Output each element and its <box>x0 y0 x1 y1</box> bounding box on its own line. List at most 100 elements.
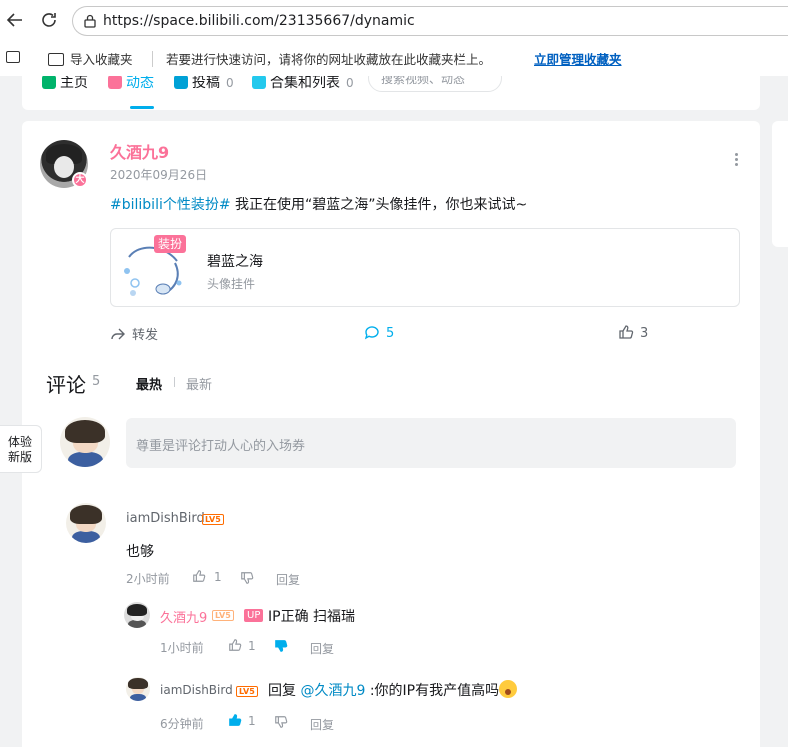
thumbs-up-icon <box>619 325 634 339</box>
publish-date: 2020年09月26日 <box>110 168 208 182</box>
level-badge: LV5 <box>212 610 234 621</box>
current-user-avatar[interactable] <box>60 417 110 467</box>
thumbs-up-icon[interactable] <box>228 638 242 652</box>
thumbs-up-icon[interactable] <box>228 713 242 727</box>
sort-new-tab[interactable]: 最新 <box>186 374 212 393</box>
like-count: 3 <box>640 326 649 341</box>
tab-dynamic-label: 动态 <box>126 76 154 91</box>
dynamic-icon <box>108 76 122 89</box>
try-new-version-label: 体验新版 <box>7 435 32 464</box>
avatar-shirt <box>72 531 100 543</box>
like-button[interactable]: 3 <box>618 324 648 341</box>
forward-button[interactable]: 转发 <box>110 324 158 343</box>
space-search-placeholder: 搜索视频、动态 <box>381 76 466 86</box>
tab-home-label: 主页 <box>60 76 88 91</box>
tab-home[interactable]: 主页 <box>42 76 88 92</box>
comment-text: 也够 <box>126 544 154 560</box>
reply-time: 6分钟前 <box>160 717 204 731</box>
decoration-title: 碧蓝之海 <box>207 254 263 270</box>
post-topic-tag[interactable]: #bilibili个性装扮# <box>110 197 231 213</box>
right-side-panel <box>772 121 788 247</box>
home-icon <box>42 76 56 89</box>
thumbs-down-icon[interactable] <box>240 571 254 585</box>
level-badge: LV5 <box>236 686 258 697</box>
try-new-version-tab[interactable]: 体验新版 <box>0 425 42 473</box>
level-badge: LV5 <box>202 514 224 525</box>
avatar-face <box>54 156 74 178</box>
bookmarks-bar: 导入收藏夹 若要进行快速访问，请将你的网址收藏放在此收藏夹栏上。 立即管理收藏夹 <box>0 42 788 74</box>
manage-favorites-link[interactable]: 立即管理收藏夹 <box>534 49 622 68</box>
post-body: 我正在使用“碧蓝之海”头像挂件，你也来试试~ <box>230 197 528 213</box>
decoration-label-badge: 装扮 <box>154 235 187 253</box>
big-member-badge: 大 <box>72 172 88 188</box>
share-icon <box>111 328 125 340</box>
comment-input-placeholder: 尊重是评论打动人心的入场券 <box>136 439 306 454</box>
commenter-avatar[interactable] <box>66 503 106 543</box>
reply-avatar-author[interactable] <box>124 602 150 628</box>
tab-uploads-label: 投稿 <box>192 76 220 91</box>
import-favorites-label: 导入收藏夹 <box>70 52 133 67</box>
tab-collections-label: 合集和列表 <box>270 76 340 91</box>
comment-input[interactable]: 尊重是评论打动人心的入场券 <box>126 418 736 468</box>
decoration-subtitle: 头像挂件 <box>207 277 256 291</box>
thumbs-up-icon[interactable] <box>192 569 206 583</box>
back-arrow-icon[interactable] <box>4 10 26 32</box>
collections-icon[interactable] <box>6 51 20 63</box>
reply-user-name[interactable]: 久酒九9 <box>160 607 207 626</box>
reply-text: IP正确 扫福瑞 <box>268 609 356 625</box>
collections-list-icon <box>252 76 266 89</box>
reply-time: 1小时前 <box>160 641 204 655</box>
address-bar[interactable]: https://space.bilibili.com/23135667/dyna… <box>72 6 788 36</box>
dynamic-card: 大 久酒九9 2020年09月26日 #bilibili个性装扮# 我正在使用“… <box>22 121 760 747</box>
reply-text: 回复 @久酒九9 :你的IP有我产值高吗 <box>268 680 518 700</box>
reply-button[interactable]: 回复 <box>276 571 300 588</box>
avatar-hair <box>70 505 102 524</box>
bookmarks-divider <box>152 51 153 67</box>
active-tab-indicator <box>130 106 154 109</box>
bookmarks-tip: 若要进行快速访问，请将你的网址收藏放在此收藏夹栏上。 <box>166 52 492 67</box>
comment-button[interactable]: 5 <box>364 324 394 341</box>
more-options-icon[interactable] <box>730 151 742 171</box>
reply-button[interactable]: 回复 <box>310 716 334 733</box>
forward-label: 转发 <box>132 328 159 343</box>
import-icon <box>48 53 64 66</box>
avatar-shirt <box>127 620 147 628</box>
mention-link[interactable]: @久酒九9 <box>300 683 365 699</box>
comment-icon <box>364 326 379 340</box>
sort-hot-tab[interactable]: 最热 <box>136 374 162 393</box>
post-text: #bilibili个性装扮# 我正在使用“碧蓝之海”头像挂件，你也来试试~ <box>110 194 527 214</box>
reply-user-name[interactable]: iamDishBird <box>160 683 233 697</box>
space-tab-strip: 主页 动态 投稿 0 合集和列表 0 搜索视频、动态 <box>22 76 760 110</box>
import-favorites-button[interactable]: 导入收藏夹 <box>48 49 133 68</box>
avatar-hair <box>128 678 148 690</box>
sort-divider <box>174 377 175 387</box>
comment-like-count: 1 <box>214 570 222 584</box>
reply-prefix: 回复 <box>268 683 301 699</box>
author-name[interactable]: 久酒九9 <box>110 139 169 163</box>
reply-avatar-commenter[interactable] <box>126 677 150 701</box>
up-badge: UP <box>244 609 264 622</box>
tab-collections[interactable]: 合集和列表 0 <box>252 76 354 92</box>
comment-count: 5 <box>386 326 395 341</box>
tab-dynamic[interactable]: 动态 <box>108 76 154 92</box>
commenter-name[interactable]: iamDishBird <box>126 511 205 526</box>
thumbs-down-icon[interactable] <box>274 715 288 729</box>
comments-title: 评论 <box>46 373 86 397</box>
tab-uploads-count: 0 <box>226 76 234 90</box>
comments-count: 5 <box>92 374 101 389</box>
refresh-icon[interactable] <box>38 10 60 32</box>
thumbs-down-icon[interactable] <box>274 639 288 653</box>
browser-nav-row: https://space.bilibili.com/23135667/dyna… <box>0 0 788 42</box>
reply-button[interactable]: 回复 <box>310 640 334 657</box>
lock-icon <box>84 14 96 28</box>
reply-like-count: 1 <box>248 714 256 728</box>
decoration-card[interactable]: 装扮 碧蓝之海 头像挂件 <box>110 228 740 307</box>
space-search-input[interactable]: 搜索视频、动态 <box>368 76 502 92</box>
browser-chrome: https://space.bilibili.com/23135667/dyna… <box>0 0 788 76</box>
avatar-hair <box>126 603 148 616</box>
tab-uploads[interactable]: 投稿 0 <box>174 76 234 92</box>
avatar-hair <box>65 420 105 443</box>
reply-body: :你的IP有我产值高吗 <box>365 683 500 699</box>
url-text[interactable]: https://space.bilibili.com/23135667/dyna… <box>103 13 415 29</box>
uploads-icon <box>174 76 188 89</box>
